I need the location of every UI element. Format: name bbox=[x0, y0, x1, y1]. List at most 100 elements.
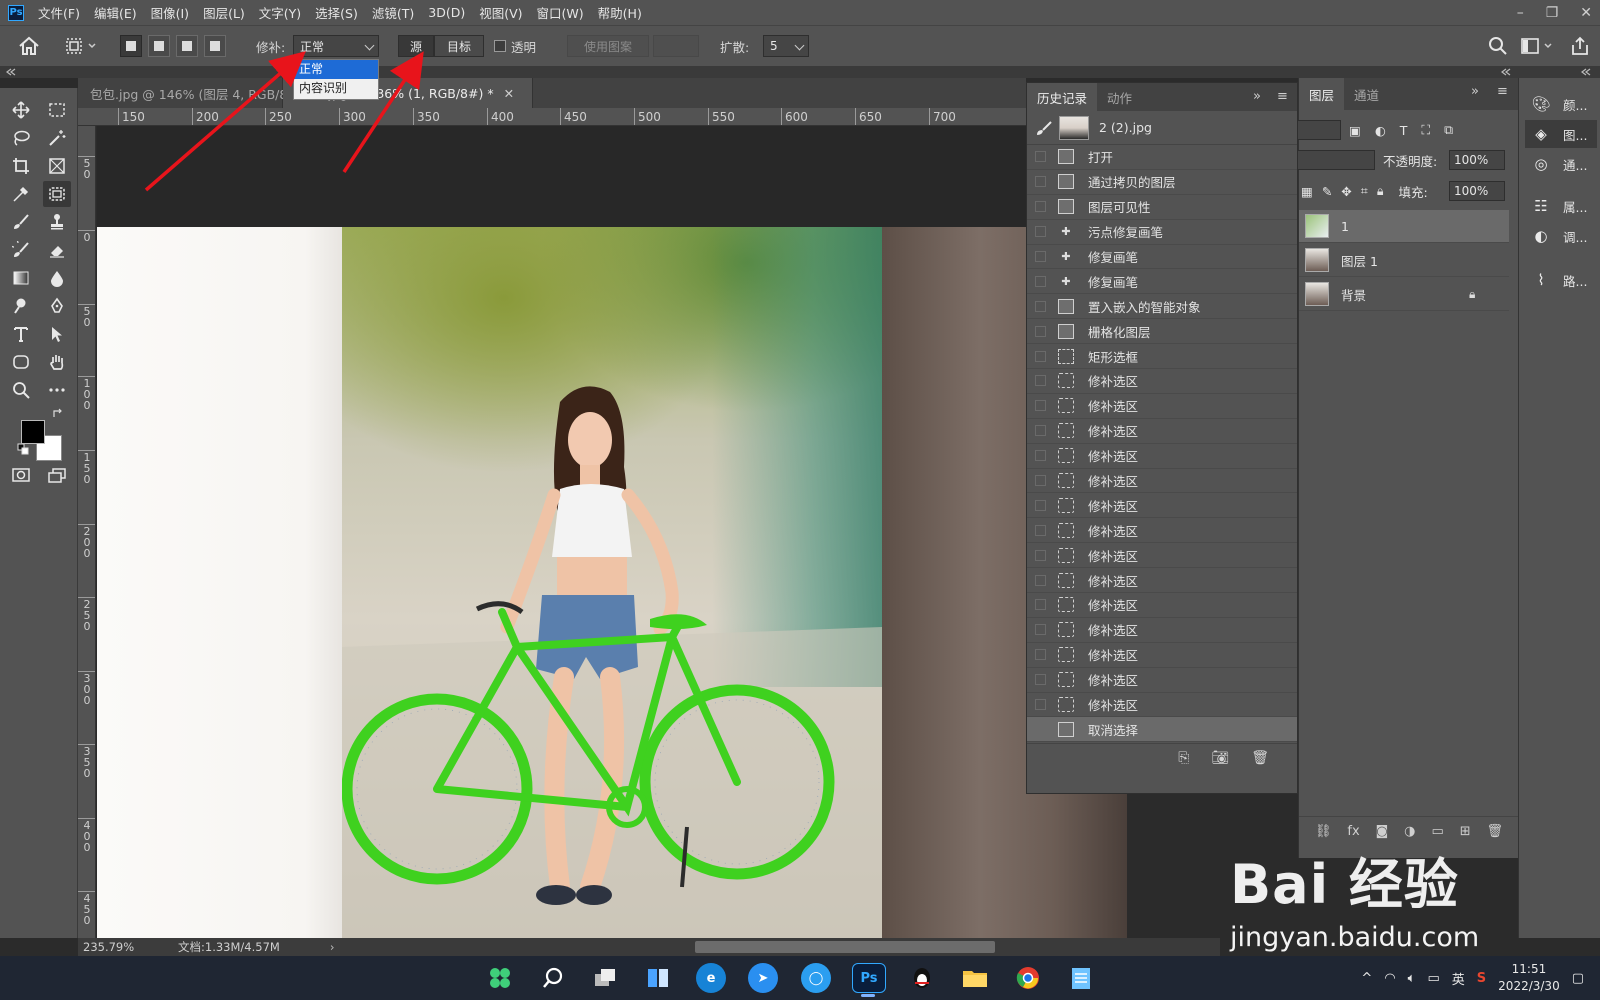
history-snapshot-checkbox[interactable] bbox=[1035, 624, 1046, 636]
type-filter-icon[interactable]: T bbox=[1400, 123, 1408, 138]
battery-icon[interactable]: ▭ bbox=[1427, 971, 1439, 986]
blur-tool[interactable] bbox=[43, 265, 71, 291]
share-button[interactable] bbox=[1570, 34, 1590, 58]
menu-view[interactable]: 视图(V) bbox=[479, 3, 522, 22]
panel-menu-icon[interactable]: ≡ bbox=[1497, 84, 1508, 99]
screen-mode-button[interactable] bbox=[43, 462, 71, 488]
history-brush-source-icon[interactable] bbox=[1035, 120, 1053, 136]
fill-input[interactable]: 100% bbox=[1449, 181, 1505, 201]
tab-layers[interactable]: 图层 bbox=[1299, 78, 1345, 110]
history-item[interactable]: 修补选区 bbox=[1027, 394, 1297, 419]
lock-artboard-icon[interactable]: ⌗ bbox=[1361, 183, 1368, 199]
add-selection-button[interactable] bbox=[148, 34, 170, 58]
move-tool[interactable] bbox=[7, 97, 35, 123]
expand-panel-icon[interactable]: » bbox=[1471, 84, 1479, 99]
tab-bag-document[interactable]: 包包.jpg @ 146% (图层 4, RGB/8#) bbox=[78, 78, 303, 108]
eyedropper-tool[interactable] bbox=[7, 181, 35, 207]
history-item[interactable]: 修补选区 bbox=[1027, 419, 1297, 444]
home-button[interactable] bbox=[18, 34, 40, 58]
chat-app-button[interactable]: ◯ bbox=[801, 963, 831, 993]
history-snapshot-checkbox[interactable] bbox=[1035, 649, 1046, 661]
collapse-right-icon[interactable] bbox=[1580, 67, 1592, 77]
hand-tool[interactable] bbox=[43, 349, 71, 375]
history-snapshot-checkbox[interactable] bbox=[1035, 325, 1046, 337]
zoom-level[interactable]: 235.79% bbox=[83, 940, 173, 954]
subtract-selection-button[interactable] bbox=[176, 34, 198, 58]
task-view-button[interactable] bbox=[590, 963, 620, 993]
history-snapshot-row[interactable]: 2 (2).jpg bbox=[1027, 111, 1297, 145]
history-item[interactable]: 修补选区 bbox=[1027, 643, 1297, 668]
type-tool[interactable] bbox=[7, 321, 35, 347]
history-item[interactable]: 图层可见性 bbox=[1027, 195, 1297, 220]
panel-paths[interactable]: ⌇ 路... bbox=[1525, 266, 1597, 294]
horizontal-scrollbar[interactable] bbox=[340, 938, 1220, 956]
panel-color[interactable]: 🎨︎ 颜... bbox=[1525, 90, 1597, 118]
crop-tool[interactable] bbox=[7, 153, 35, 179]
history-item[interactable]: 修补选区 bbox=[1027, 469, 1297, 494]
menu-window[interactable]: 窗口(W) bbox=[537, 3, 584, 22]
lock-icon[interactable]: 🔒︎ bbox=[1469, 287, 1475, 302]
camera-icon[interactable]: 📷︎ bbox=[1211, 750, 1229, 766]
history-snapshot-checkbox[interactable] bbox=[1035, 524, 1046, 536]
history-snapshot-checkbox[interactable] bbox=[1035, 425, 1046, 437]
history-item[interactable]: 修补选区 bbox=[1027, 568, 1297, 594]
tab-channels[interactable]: 通道 bbox=[1344, 78, 1389, 110]
quick-mask-button[interactable] bbox=[7, 462, 35, 488]
status-expand-icon[interactable]: › bbox=[330, 940, 335, 954]
panel-properties[interactable]: ☷ 属... bbox=[1525, 192, 1597, 220]
image-filter-icon[interactable]: ▣ bbox=[1349, 123, 1361, 138]
notepad-button[interactable] bbox=[1066, 963, 1096, 993]
volume-icon[interactable]: 🔈︎ bbox=[1408, 971, 1416, 986]
patch-tool[interactable] bbox=[43, 181, 71, 207]
history-snapshot-checkbox[interactable] bbox=[1035, 151, 1046, 163]
history-snapshot-checkbox[interactable] bbox=[1035, 450, 1046, 462]
history-item[interactable]: 修补选区 bbox=[1027, 543, 1297, 569]
tab-actions[interactable]: 动作 bbox=[1097, 83, 1142, 111]
menu-3d[interactable]: 3D(D) bbox=[428, 5, 465, 20]
minimize-button[interactable]: – bbox=[1517, 5, 1524, 21]
widgets-button[interactable] bbox=[643, 963, 673, 993]
add-mask-icon[interactable]: ◙ bbox=[1376, 824, 1389, 839]
new-document-from-state-icon[interactable]: ⎘ bbox=[1178, 750, 1189, 766]
photoshop-taskbar-button[interactable]: Ps bbox=[852, 963, 886, 997]
wifi-icon[interactable]: ◠ bbox=[1384, 971, 1395, 986]
collapse-mid-icon[interactable] bbox=[1500, 67, 1512, 77]
chrome-button[interactable] bbox=[1013, 963, 1043, 993]
path-select-tool[interactable] bbox=[43, 321, 71, 347]
history-snapshot-checkbox[interactable] bbox=[1035, 275, 1046, 287]
default-colors-icon[interactable] bbox=[17, 443, 29, 455]
stamp-tool[interactable] bbox=[43, 209, 71, 235]
diffusion-dropdown[interactable]: 5 bbox=[763, 35, 809, 57]
search-button[interactable] bbox=[1488, 34, 1508, 58]
history-snapshot-checkbox[interactable] bbox=[1035, 251, 1046, 262]
expand-panel-icon[interactable]: » bbox=[1253, 89, 1261, 104]
history-snapshot-checkbox[interactable] bbox=[1035, 300, 1046, 312]
history-item[interactable]: 修补选区 bbox=[1027, 668, 1297, 693]
history-snapshot-checkbox[interactable] bbox=[1035, 226, 1046, 238]
layer-row-background[interactable]: 背景 🔒︎ bbox=[1299, 278, 1509, 311]
history-snapshot-checkbox[interactable] bbox=[1035, 375, 1046, 387]
feishu-button[interactable]: ➤ bbox=[748, 963, 778, 993]
lock-transparent-icon[interactable]: ▦ bbox=[1301, 184, 1313, 199]
history-item[interactable]: 修补选区 bbox=[1027, 493, 1297, 519]
history-snapshot-checkbox[interactable] bbox=[1035, 674, 1046, 686]
history-snapshot-checkbox[interactable] bbox=[1035, 400, 1046, 412]
intersect-selection-button[interactable] bbox=[204, 34, 226, 58]
lasso-tool[interactable] bbox=[7, 125, 35, 151]
history-item[interactable]: 修补选区 bbox=[1027, 593, 1297, 618]
history-item[interactable]: ✚ 修复画笔 bbox=[1027, 269, 1297, 295]
patch-option-normal[interactable]: 正常 bbox=[294, 60, 378, 79]
history-item[interactable]: 取消选择 bbox=[1027, 717, 1297, 743]
shape-tool[interactable] bbox=[7, 349, 35, 375]
close-window-button[interactable]: ✕ bbox=[1580, 5, 1592, 21]
history-item[interactable]: 修补选区 bbox=[1027, 618, 1297, 643]
gradient-tool[interactable] bbox=[7, 265, 35, 291]
dodge-tool[interactable] bbox=[7, 293, 35, 319]
history-snapshot-checkbox[interactable] bbox=[1035, 549, 1046, 561]
transparent-checkbox[interactable]: 透明 bbox=[494, 34, 536, 58]
panel-channels[interactable]: ◎ 通... bbox=[1525, 150, 1597, 178]
pen-tool[interactable] bbox=[43, 293, 71, 319]
workspace-button[interactable] bbox=[1520, 34, 1554, 58]
history-snapshot-checkbox[interactable] bbox=[1035, 574, 1046, 586]
opacity-input[interactable]: 100% bbox=[1449, 150, 1505, 170]
